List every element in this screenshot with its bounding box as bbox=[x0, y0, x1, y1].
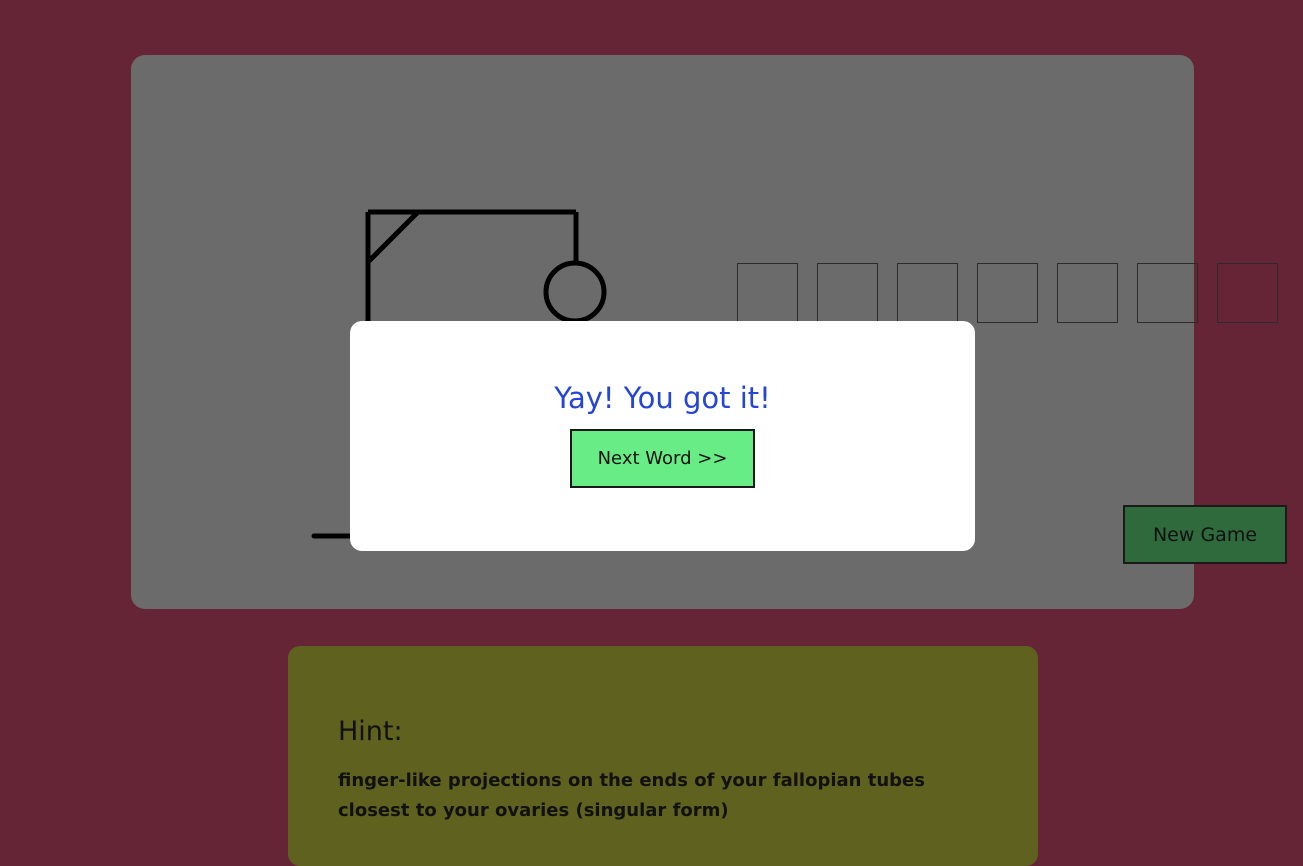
letter-slot bbox=[817, 263, 878, 323]
letter-slot bbox=[1217, 263, 1278, 323]
success-modal: Yay! You got it! Next Word >> bbox=[350, 321, 975, 551]
letter-slot bbox=[977, 263, 1038, 323]
hint-text: finger-like projections on the ends of y… bbox=[338, 770, 925, 821]
hint-title: Hint: bbox=[338, 716, 403, 747]
modal-title: Yay! You got it! bbox=[554, 381, 771, 415]
letter-slot bbox=[1137, 263, 1198, 323]
letter-slot bbox=[737, 263, 798, 323]
letter-slot bbox=[1057, 263, 1118, 323]
hint-panel: Hint: finger-like projections on the end… bbox=[288, 646, 1038, 866]
hangman-head bbox=[543, 260, 607, 324]
word-letter-slots bbox=[737, 263, 1278, 323]
new-game-button[interactable]: New Game bbox=[1123, 505, 1287, 564]
letter-slot bbox=[897, 263, 958, 323]
next-word-button[interactable]: Next Word >> bbox=[570, 429, 755, 488]
gallows-brace bbox=[366, 210, 420, 264]
